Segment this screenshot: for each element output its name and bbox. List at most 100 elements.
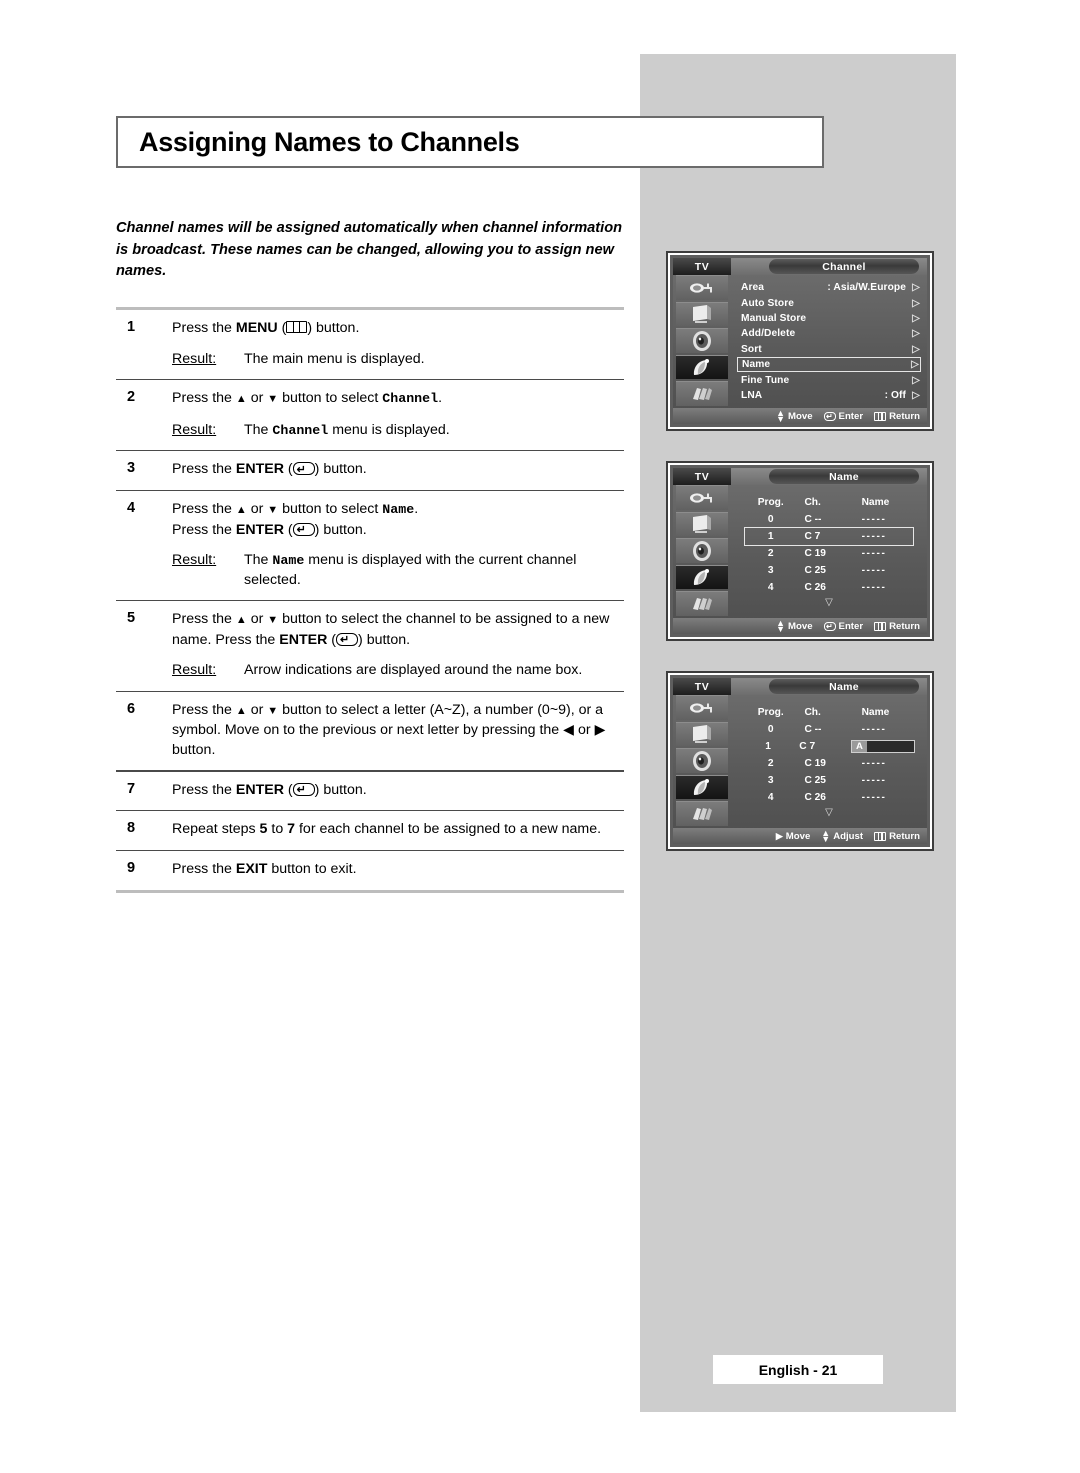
chevron-right-icon: ▷ [911, 359, 919, 371]
step-text: Press the ▲ or ▼ button to select a lett… [172, 701, 624, 761]
step-text-d: . [414, 501, 419, 518]
up-down-arrows-icon: ▲ ▼ [776, 408, 786, 424]
table-row[interactable]: 4 C 26 ----- [745, 789, 913, 806]
footer-return: Return [874, 621, 920, 632]
cell-name: ----- [861, 582, 887, 593]
menu-item-name[interactable]: Name ▷ [737, 356, 921, 373]
down-arrow-icon: ▼ [267, 393, 279, 406]
scroll-down-caret-icon[interactable]: ▽ [745, 807, 913, 818]
tv-tab-label: TV [673, 468, 731, 485]
cell-ch: C 19 [804, 548, 826, 559]
satellite-dish-icon[interactable] [676, 354, 728, 380]
satellite-dish-icon[interactable] [676, 774, 728, 800]
cell-name: ----- [861, 514, 887, 525]
menu-item-value: : Off [884, 389, 906, 401]
step-number: 9 [127, 860, 136, 876]
scroll-down-caret-icon[interactable]: ▽ [745, 597, 913, 608]
cell-name-editor[interactable]: A [847, 740, 915, 753]
menu-item-area[interactable]: Area : Asia/W.Europe ▷ [737, 280, 921, 295]
enter-icon: ↵ [823, 411, 836, 421]
step-text-c: button to select [278, 390, 383, 407]
cell-prog: 4 [767, 582, 774, 593]
footer-move: ▲ ▼ Move [776, 619, 812, 634]
name-char-0: A [852, 741, 867, 752]
table-row[interactable]: 0 C -- ----- [745, 511, 913, 528]
table-row[interactable]: 3 C 25 ----- [745, 772, 913, 789]
step-text: Press the ▲ or ▼ button to select Channe… [172, 389, 624, 410]
step-text-a: Press the [172, 501, 236, 518]
menu-icon [874, 831, 887, 841]
step-text-a: Repeat steps [172, 821, 260, 838]
step-text-pre: Press the [172, 320, 236, 336]
cell-ch: C 7 [804, 531, 821, 542]
step-text-a: Press the [172, 781, 236, 798]
step-text-a: Press the [172, 461, 236, 478]
chevron-right-icon: ▷ [912, 297, 920, 309]
enter-key-label: ENTER [235, 781, 284, 798]
result-text-b: menu is displayed. [328, 421, 450, 438]
step-result: Result: Arrow indications are displayed … [172, 661, 624, 681]
cell-name: ----- [861, 565, 887, 576]
table-row[interactable]: 2 C 19 ----- [745, 545, 913, 562]
menu-item-auto-store[interactable]: Auto Store ▷ [737, 295, 921, 310]
speaker-icon [676, 538, 728, 563]
left-arrow-icon: ◀ [563, 722, 575, 739]
step-7: 7 Press the ENTER (↵) button. [116, 772, 624, 811]
footer-adjust-label: Adjust [833, 830, 864, 842]
step-text-b: or [246, 501, 268, 518]
menu-icon [286, 321, 308, 333]
menu-item-label: Auto Store [741, 297, 795, 309]
osd-screenshot-name-edit: TV Name Prog. Ch. Name 0 C -- ----- 1 C … [666, 671, 934, 851]
step-text-b: to [267, 821, 288, 838]
step-text: Repeat steps 5 to 7 for each channel to … [172, 820, 624, 840]
step-number: 6 [127, 700, 136, 717]
menu-item-lna[interactable]: LNA : Off ▷ [737, 388, 921, 403]
menu-item-manual-store[interactable]: Manual Store ▷ [737, 311, 921, 326]
input-plug-icon [676, 695, 728, 720]
chevron-right-icon: ▷ [912, 374, 920, 386]
table-header: Prog. Ch. Name [745, 704, 913, 721]
footer-move: ▲ ▼ Move [776, 408, 812, 424]
menu-item-fine-tune[interactable]: Fine Tune ▷ [737, 372, 921, 387]
table-row[interactable]: 1 C 7 A [745, 738, 915, 755]
step-text-b: button. [319, 461, 367, 478]
step-text-a: Press the [172, 701, 236, 718]
table-row[interactable]: 3 C 25 ----- [745, 562, 913, 579]
table-row[interactable]: 4 C 26 ----- [745, 579, 913, 596]
cell-prog: 4 [767, 792, 774, 803]
name-input-box[interactable]: A [851, 740, 915, 753]
column-header-name: Name [861, 497, 890, 508]
menu-item-label: Name [742, 359, 771, 371]
up-arrow-icon: ▲ [235, 393, 247, 406]
tv-tab-label: TV [673, 258, 731, 275]
satellite-dish-icon[interactable] [676, 564, 728, 590]
step-number: 7 [127, 780, 136, 797]
step-text-e: button. [172, 741, 216, 758]
footer-adjust: ▲ ▼ Adjust [821, 829, 864, 844]
intro-paragraph: Channel names will be assigned automatic… [116, 220, 623, 279]
footer-return: Return [874, 411, 920, 422]
step-text: Press the EXIT button to exit. [172, 860, 624, 880]
osd-title: Channel [769, 259, 919, 274]
result-label: Result: [172, 552, 217, 569]
step-text-post: button. [312, 320, 360, 336]
cell-prog: 0 [767, 514, 774, 525]
menu-item-sort[interactable]: Sort ▷ [737, 342, 921, 357]
column-header-ch: Ch. [804, 497, 821, 508]
menu-item-add-delete[interactable]: Add/Delete ▷ [737, 326, 921, 341]
tv-tab-label: TV [673, 678, 731, 695]
step-target: Channel [382, 391, 439, 407]
cell-prog: 0 [767, 724, 774, 735]
osd-name-table: Prog. Ch. Name 0 C -- ----- 1 C 7 ----- [731, 485, 927, 618]
speaker-icon [676, 328, 728, 353]
step-text: Press the ▲ or ▼ button to select Name. [172, 500, 624, 521]
table-row[interactable]: 0 C -- ----- [745, 721, 913, 738]
menu-icon [874, 411, 887, 421]
table-row[interactable]: 2 C 19 ----- [745, 755, 913, 772]
footer-return-label: Return [889, 410, 920, 422]
step-result: Result: The Channel menu is displayed. [172, 421, 624, 441]
table-row[interactable]: 1 C 7 ----- [744, 527, 914, 546]
column-header-name: Name [861, 707, 890, 718]
osd-sidebar [673, 485, 731, 618]
cell-ch: C 19 [804, 758, 826, 769]
